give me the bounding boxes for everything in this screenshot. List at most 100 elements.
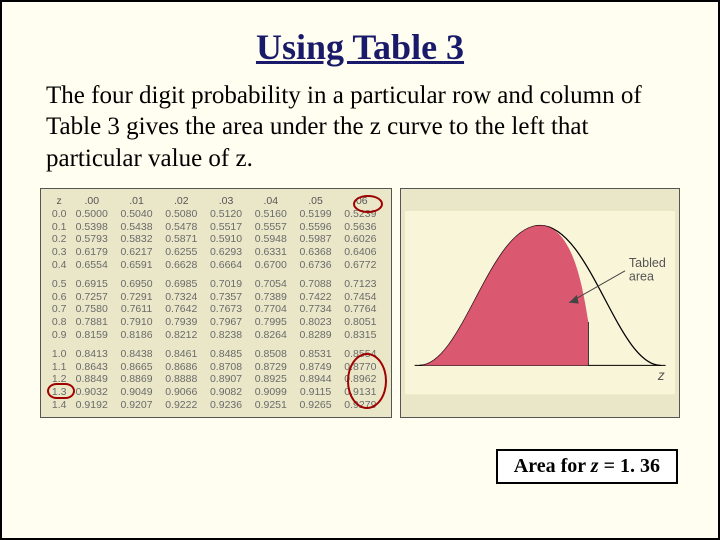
table-row: 0.50.69150.69500.69850.70190.70540.70880…: [49, 277, 383, 290]
z-cell: 0.7123: [338, 277, 383, 290]
z-cell: 0.9032: [69, 386, 114, 399]
z-row-label: 0.8: [49, 316, 69, 329]
z-row-label: 0.7: [49, 303, 69, 316]
z-cell: 0.8665: [114, 360, 159, 373]
z-cell: 0.7291: [114, 290, 159, 303]
col-header: .06: [338, 195, 383, 208]
z-axis-label: z: [657, 368, 665, 383]
z-cell: 0.8051: [338, 316, 383, 329]
z-cell: 0.8770: [338, 360, 383, 373]
table-row: 0.60.72570.72910.73240.73570.73890.74220…: [49, 290, 383, 303]
z-cell: 0.8729: [248, 360, 293, 373]
z-cell: 0.7734: [293, 303, 338, 316]
z-cell: 0.5160: [248, 208, 293, 221]
z-cell: 0.6628: [159, 259, 204, 272]
z-cell: 0.7054: [248, 277, 293, 290]
z-cell: 0.6293: [204, 246, 249, 259]
z-cell: 0.5636: [338, 220, 383, 233]
z-cell: 0.8508: [248, 347, 293, 360]
caption-prefix: Area for: [514, 455, 591, 477]
z-cell: 0.8944: [293, 373, 338, 386]
z-cell: 0.7357: [204, 290, 249, 303]
z-cell: 0.8925: [248, 373, 293, 386]
z-cell: 0.6255: [159, 246, 204, 259]
z-row-label: 1.1: [49, 360, 69, 373]
z-cell: 0.5910: [204, 233, 249, 246]
z-row-label: 1.3: [49, 386, 69, 399]
z-cell: 0.7389: [248, 290, 293, 303]
table-row: 0.10.53980.54380.54780.55170.55570.55960…: [49, 220, 383, 233]
z-cell: 0.8212: [159, 329, 204, 342]
z-cell: 0.7881: [69, 316, 114, 329]
z-cell: 0.5040: [114, 208, 159, 221]
z-cell: 0.7019: [204, 277, 249, 290]
z-cell: 0.5398: [69, 220, 114, 233]
col-header: .05: [293, 195, 338, 208]
table-row: 0.30.61790.62170.62550.62930.63310.63680…: [49, 246, 383, 259]
z-cell: 0.6026: [338, 233, 383, 246]
z-cell: 0.8869: [114, 373, 159, 386]
z-cell: 0.5987: [293, 233, 338, 246]
z-cell: 0.5438: [114, 220, 159, 233]
col-header: .02: [159, 195, 204, 208]
table-row: 1.10.86430.86650.86860.87080.87290.87490…: [49, 360, 383, 373]
z-table-header-row: z .00 .01 .02 .03 .04 .05 .06: [49, 195, 383, 208]
z-cell: 0.7580: [69, 303, 114, 316]
z-cell: 0.9082: [204, 386, 249, 399]
z-cell: 0.8686: [159, 360, 204, 373]
col-header: .03: [204, 195, 249, 208]
z-row-label: 0.5: [49, 277, 69, 290]
z-cell: 0.7704: [248, 303, 293, 316]
z-cell: 0.9131: [338, 386, 383, 399]
z-cell: 0.8264: [248, 329, 293, 342]
z-cell: 0.5832: [114, 233, 159, 246]
z-cell: 0.5080: [159, 208, 204, 221]
table-row: 0.70.75800.76110.76420.76730.77040.77340…: [49, 303, 383, 316]
body-text: The four digit probability in a particul…: [46, 80, 674, 174]
z-row-label: 0.3: [49, 246, 69, 259]
z-cell: 0.9279: [338, 398, 383, 411]
z-cell: 0.8907: [204, 373, 249, 386]
z-cell: 0.7642: [159, 303, 204, 316]
z-cell: 0.8461: [159, 347, 204, 360]
table-row: 0.80.78810.79100.79390.79670.79950.80230…: [49, 316, 383, 329]
z-cell: 0.7088: [293, 277, 338, 290]
z-cell: 0.6368: [293, 246, 338, 259]
z-cell: 0.7673: [204, 303, 249, 316]
table-row: 0.40.65540.65910.66280.66640.67000.67360…: [49, 259, 383, 272]
z-cell: 0.8238: [204, 329, 249, 342]
z-cell: 0.5557: [248, 220, 293, 233]
z-cell: 0.5478: [159, 220, 204, 233]
z-cell: 0.8413: [69, 347, 114, 360]
z-cell: 0.7910: [114, 316, 159, 329]
caption-var: z: [591, 455, 599, 477]
z-cell: 0.5120: [204, 208, 249, 221]
z-cell: 0.7939: [159, 316, 204, 329]
z-table: z .00 .01 .02 .03 .04 .05 .06 0.00.50000…: [49, 195, 383, 412]
z-row-label: 0.2: [49, 233, 69, 246]
z-cell: 0.8159: [69, 329, 114, 342]
z-cell: 0.8554: [338, 347, 383, 360]
z-cell: 0.6736: [293, 259, 338, 272]
area-caption: Area for z = 1. 36: [496, 449, 678, 484]
z-cell: 0.5948: [248, 233, 293, 246]
z-cell: 0.5199: [293, 208, 338, 221]
slide-title: Using Table 3: [2, 26, 718, 68]
z-row-label: 0.9: [49, 329, 69, 342]
z-cell: 0.8289: [293, 329, 338, 342]
z-cell: 0.8186: [114, 329, 159, 342]
z-cell: 0.9192: [69, 398, 114, 411]
tabled-area-label: Tabled: [629, 256, 666, 270]
table-row: 1.30.90320.90490.90660.90820.90990.91150…: [49, 386, 383, 399]
z-cell: 0.6664: [204, 259, 249, 272]
z-cell: 0.8888: [159, 373, 204, 386]
table-row: 1.40.91920.92070.92220.92360.92510.92650…: [49, 398, 383, 411]
z-table-panel: z .00 .01 .02 .03 .04 .05 .06 0.00.50000…: [40, 188, 392, 419]
z-cell: 0.8531: [293, 347, 338, 360]
table-row: 1.00.84130.84380.84610.84850.85080.85310…: [49, 347, 383, 360]
z-cell: 0.8749: [293, 360, 338, 373]
normal-curve-icon: Tabled area z: [405, 211, 675, 394]
z-cell: 0.6179: [69, 246, 114, 259]
z-cell: 0.6406: [338, 246, 383, 259]
z-cell: 0.6915: [69, 277, 114, 290]
